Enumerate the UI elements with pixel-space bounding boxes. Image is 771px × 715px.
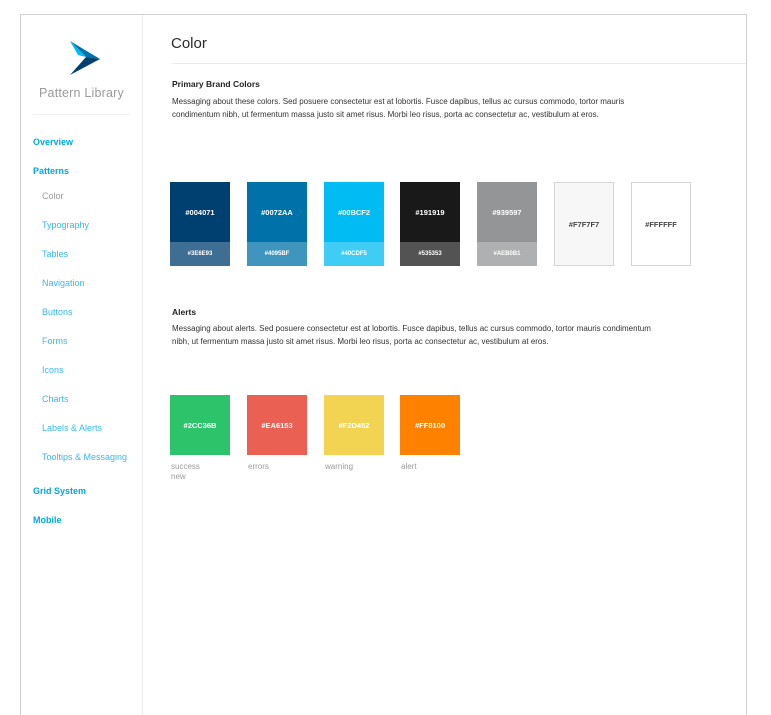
swatch-hex-label: #939597	[477, 182, 537, 242]
title-divider	[171, 63, 746, 64]
alert-color-swatch: #F2D452	[324, 395, 384, 455]
swatch-hex-label: #F7F7F7	[555, 183, 613, 265]
primary-colors-heading: Primary Brand Colors	[172, 79, 260, 89]
swatch-tint-label: #4095BF	[247, 242, 307, 266]
sidebar-item-tables[interactable]: Tables	[42, 249, 68, 259]
swatch-hex-label: #0072AA	[247, 182, 307, 242]
swatch-tint-label: #3E6E93	[170, 242, 230, 266]
sidebar-item-buttons[interactable]: Buttons	[42, 307, 73, 317]
sidebar-item-labels-alerts[interactable]: Labels & Alerts	[42, 423, 102, 433]
swatch-hex-label: #191919	[400, 182, 460, 242]
sidebar-item-forms[interactable]: Forms	[42, 336, 68, 346]
alert-swatch-caption: alert	[401, 462, 417, 471]
alert-swatch-caption: errors	[248, 462, 269, 471]
alert-color-swatch: #FF8100	[400, 395, 460, 455]
color-swatch: #191919 #535353	[400, 182, 460, 266]
color-swatch: #FFFFFF	[631, 182, 691, 266]
main-content: Color Primary Brand Colors Messaging abo…	[143, 15, 746, 715]
primary-colors-description: Messaging about these colors. Sed posuer…	[172, 97, 625, 119]
alert-color-swatch: #EA6153	[247, 395, 307, 455]
color-swatch: #F7F7F7	[554, 182, 614, 266]
sidebar-item-patterns[interactable]: Patterns	[33, 166, 69, 176]
alert-color-swatch: #2CC36B	[170, 395, 230, 455]
alert-swatch-caption: warning	[325, 462, 354, 471]
swatch-tint-label: #40CDF5	[324, 242, 384, 266]
sidebar-item-charts[interactable]: Charts	[42, 394, 69, 404]
page-title: Color	[171, 35, 207, 52]
logo-icon	[70, 41, 100, 75]
color-swatch: #0072AA #4095BF	[247, 182, 307, 266]
sidebar-item-navigation[interactable]: Navigation	[42, 278, 85, 288]
alert-swatch-caption: success new	[171, 462, 200, 481]
sidebar-item-icons[interactable]: Icons	[42, 365, 64, 375]
page-frame: Pattern Library Overview Patterns Color …	[20, 14, 747, 715]
alerts-description: Messaging about alerts. Sed posuere cons…	[172, 324, 651, 346]
swatch-hex-label: #004071	[170, 182, 230, 242]
sidebar-item-tooltips[interactable]: Tooltips & Messaging	[42, 452, 127, 462]
swatch-hex-label: #FFFFFF	[632, 183, 690, 265]
sidebar-item-mobile[interactable]: Mobile	[33, 515, 62, 525]
color-swatch: #004071 #3E6E93	[170, 182, 230, 266]
swatch-hex-label: #00BCF2	[324, 182, 384, 242]
sidebar: Pattern Library Overview Patterns Color …	[21, 15, 143, 715]
color-swatch: #939597 #AEB0B1	[477, 182, 537, 266]
swatch-tint-label: #535353	[400, 242, 460, 266]
brand-name: Pattern Library	[39, 86, 124, 100]
sidebar-item-color[interactable]: Color	[42, 191, 64, 201]
sidebar-item-grid-system[interactable]: Grid System	[33, 486, 86, 496]
color-swatch: #00BCF2 #40CDF5	[324, 182, 384, 266]
sidebar-item-typography[interactable]: Typography	[42, 220, 89, 230]
brand-divider	[33, 114, 130, 115]
swatch-tint-label: #AEB0B1	[477, 242, 537, 266]
alerts-heading: Alerts	[172, 307, 197, 317]
sidebar-item-overview[interactable]: Overview	[33, 137, 73, 147]
